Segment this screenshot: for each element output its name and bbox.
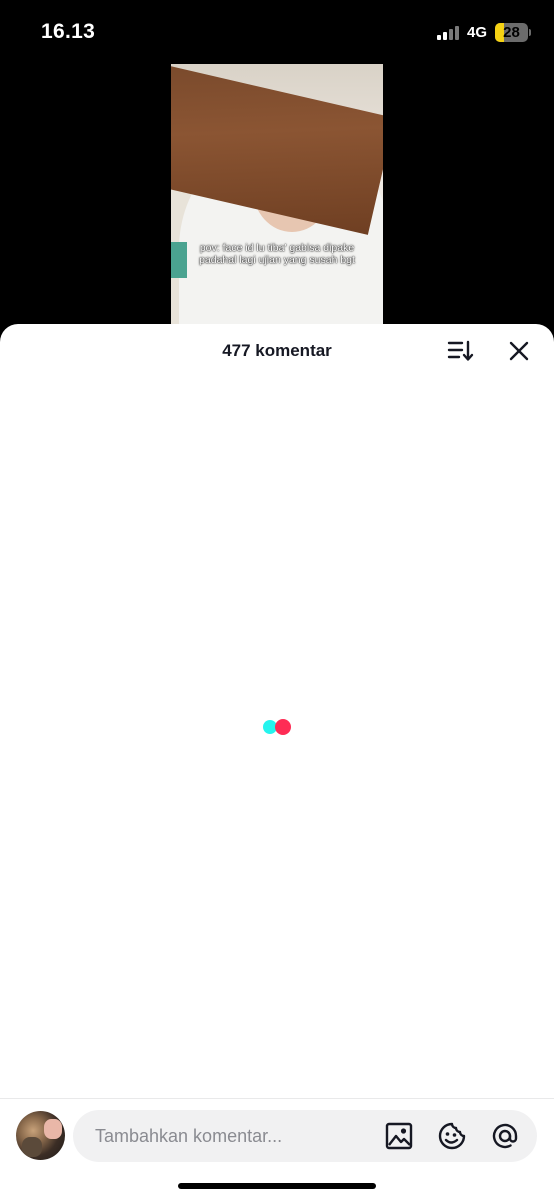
close-icon <box>509 341 529 361</box>
loading-dot-red <box>275 719 291 735</box>
home-indicator[interactable] <box>178 1183 376 1189</box>
video-caption: pov: face id lu tiba' gabisa dipake pada… <box>199 242 355 266</box>
comment-input-bar <box>0 1098 554 1201</box>
mention-icon <box>492 1123 518 1149</box>
comment-box[interactable] <box>73 1110 537 1162</box>
close-button[interactable] <box>506 338 532 364</box>
loading-indicator <box>263 719 293 735</box>
sort-icon <box>447 340 474 361</box>
image-icon <box>385 1122 413 1150</box>
avatar[interactable] <box>16 1111 65 1160</box>
battery-cap <box>529 29 531 36</box>
status-bar: 16.13 4G 28 <box>0 0 554 64</box>
network-label: 4G <box>467 24 488 41</box>
battery-level: 28 <box>503 24 520 41</box>
video-preview[interactable]: pov: face id lu tiba' gabisa dipake pada… <box>171 64 383 326</box>
mention-button[interactable] <box>490 1121 520 1151</box>
status-time: 16.13 <box>41 20 96 43</box>
image-button[interactable] <box>384 1121 414 1151</box>
battery-icon: 28 <box>495 23 528 42</box>
comments-sheet: 477 komentar <box>0 324 554 1200</box>
emoji-icon <box>438 1122 466 1150</box>
emoji-button[interactable] <box>437 1121 467 1151</box>
signal-icon <box>437 26 461 40</box>
comment-input[interactable] <box>95 1110 375 1162</box>
sort-button[interactable] <box>446 338 474 364</box>
